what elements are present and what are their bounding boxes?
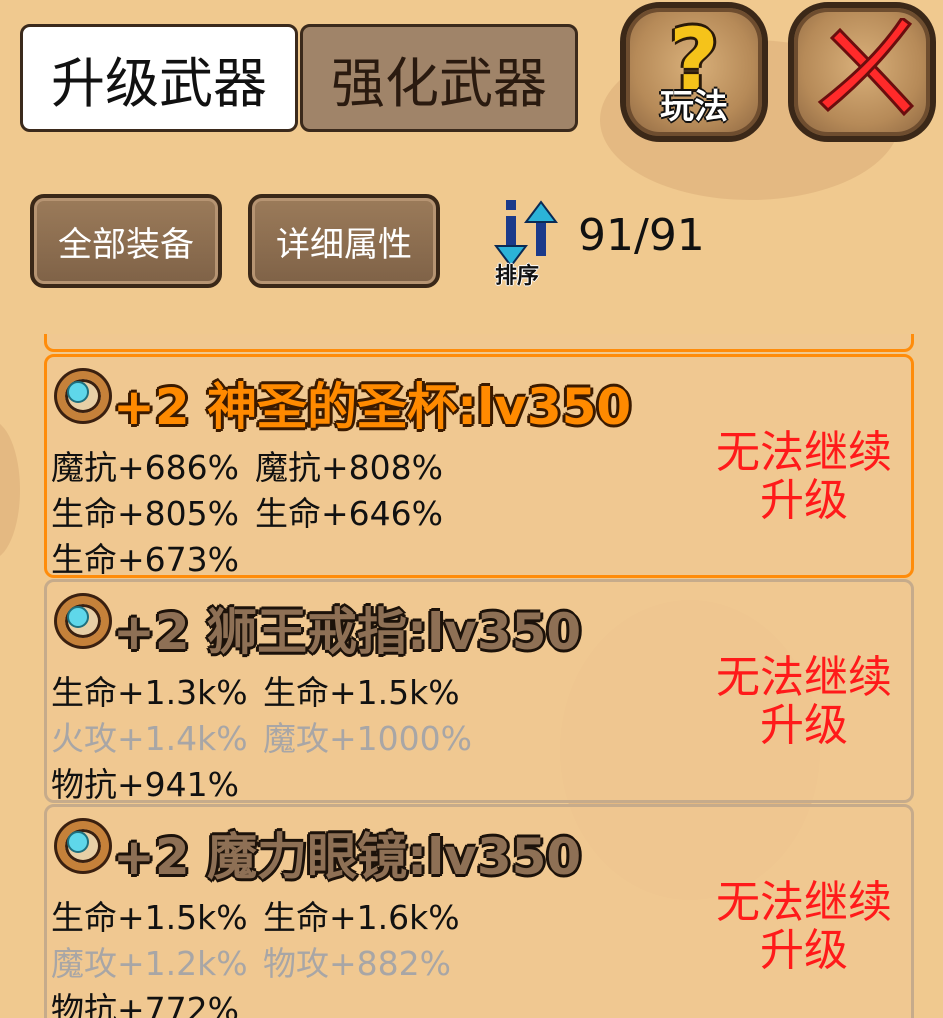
item-stat: 物攻+882%: [263, 944, 451, 983]
item-stat: 生命+1.6k%: [263, 898, 460, 937]
item-stat: 物抗+772%: [51, 990, 239, 1018]
list-item-partial[interactable]: [44, 334, 914, 352]
ring-icon: [57, 596, 109, 646]
item-stat: 火攻+1.4k%: [51, 719, 248, 758]
close-button[interactable]: [788, 2, 936, 142]
item-stat: 生命+646%: [255, 494, 443, 533]
item-stat: 生命+1.5k%: [263, 673, 460, 712]
sort-label: 排序: [495, 264, 540, 289]
list-item[interactable]: +2 狮王戒指:lv350 生命+1.3k% 生命+1.5k% 火攻+1.4k%…: [44, 579, 914, 804]
item-name: +2 神圣的圣杯:lv350: [113, 378, 632, 436]
list-item[interactable]: +2 魔力眼镜:lv350 生命+1.5k% 生命+1.6k% 魔攻+1.2k%…: [44, 804, 914, 1018]
item-stat: 生命+805%: [51, 494, 239, 533]
tab-enhance-weapon[interactable]: 强化武器: [300, 24, 578, 132]
item-stat: 魔抗+808%: [255, 448, 443, 487]
item-name: +2 魔力眼镜:lv350: [113, 828, 582, 886]
tab-upgrade-weapon[interactable]: 升级武器: [20, 24, 298, 132]
item-count: 91/91: [578, 210, 705, 261]
item-stat: 物抗+941%: [51, 765, 239, 804]
item-stat: 生命+1.5k%: [51, 898, 248, 937]
close-icon: [817, 18, 915, 117]
ring-icon: [57, 821, 109, 871]
help-label: 玩法: [660, 87, 728, 127]
ring-icon: [57, 371, 109, 421]
upgrade-status: 无法继续 升级: [716, 427, 892, 526]
equipment-list[interactable]: +2 神圣的圣杯:lv350 魔抗+686% 魔抗+808% 生命+805% 生…: [0, 334, 943, 1018]
all-equipment-button[interactable]: 全部装备: [30, 194, 222, 288]
upgrade-status: 无法继续 升级: [716, 652, 892, 751]
help-button[interactable]: ? 玩法: [620, 2, 768, 142]
item-stat: 魔抗+686%: [51, 448, 239, 487]
item-stat: 魔攻+1.2k%: [51, 944, 248, 983]
upgrade-status: 无法继续 升级: [716, 877, 892, 976]
list-item[interactable]: +2 神圣的圣杯:lv350 魔抗+686% 魔抗+808% 生命+805% 生…: [44, 354, 914, 579]
detail-attributes-button[interactable]: 详细属性: [248, 194, 440, 288]
item-stat: 生命+673%: [51, 540, 239, 579]
item-stat: 生命+1.3k%: [51, 673, 248, 712]
item-name: +2 狮王戒指:lv350: [113, 603, 582, 661]
item-stat: 魔攻+1000%: [263, 719, 472, 758]
